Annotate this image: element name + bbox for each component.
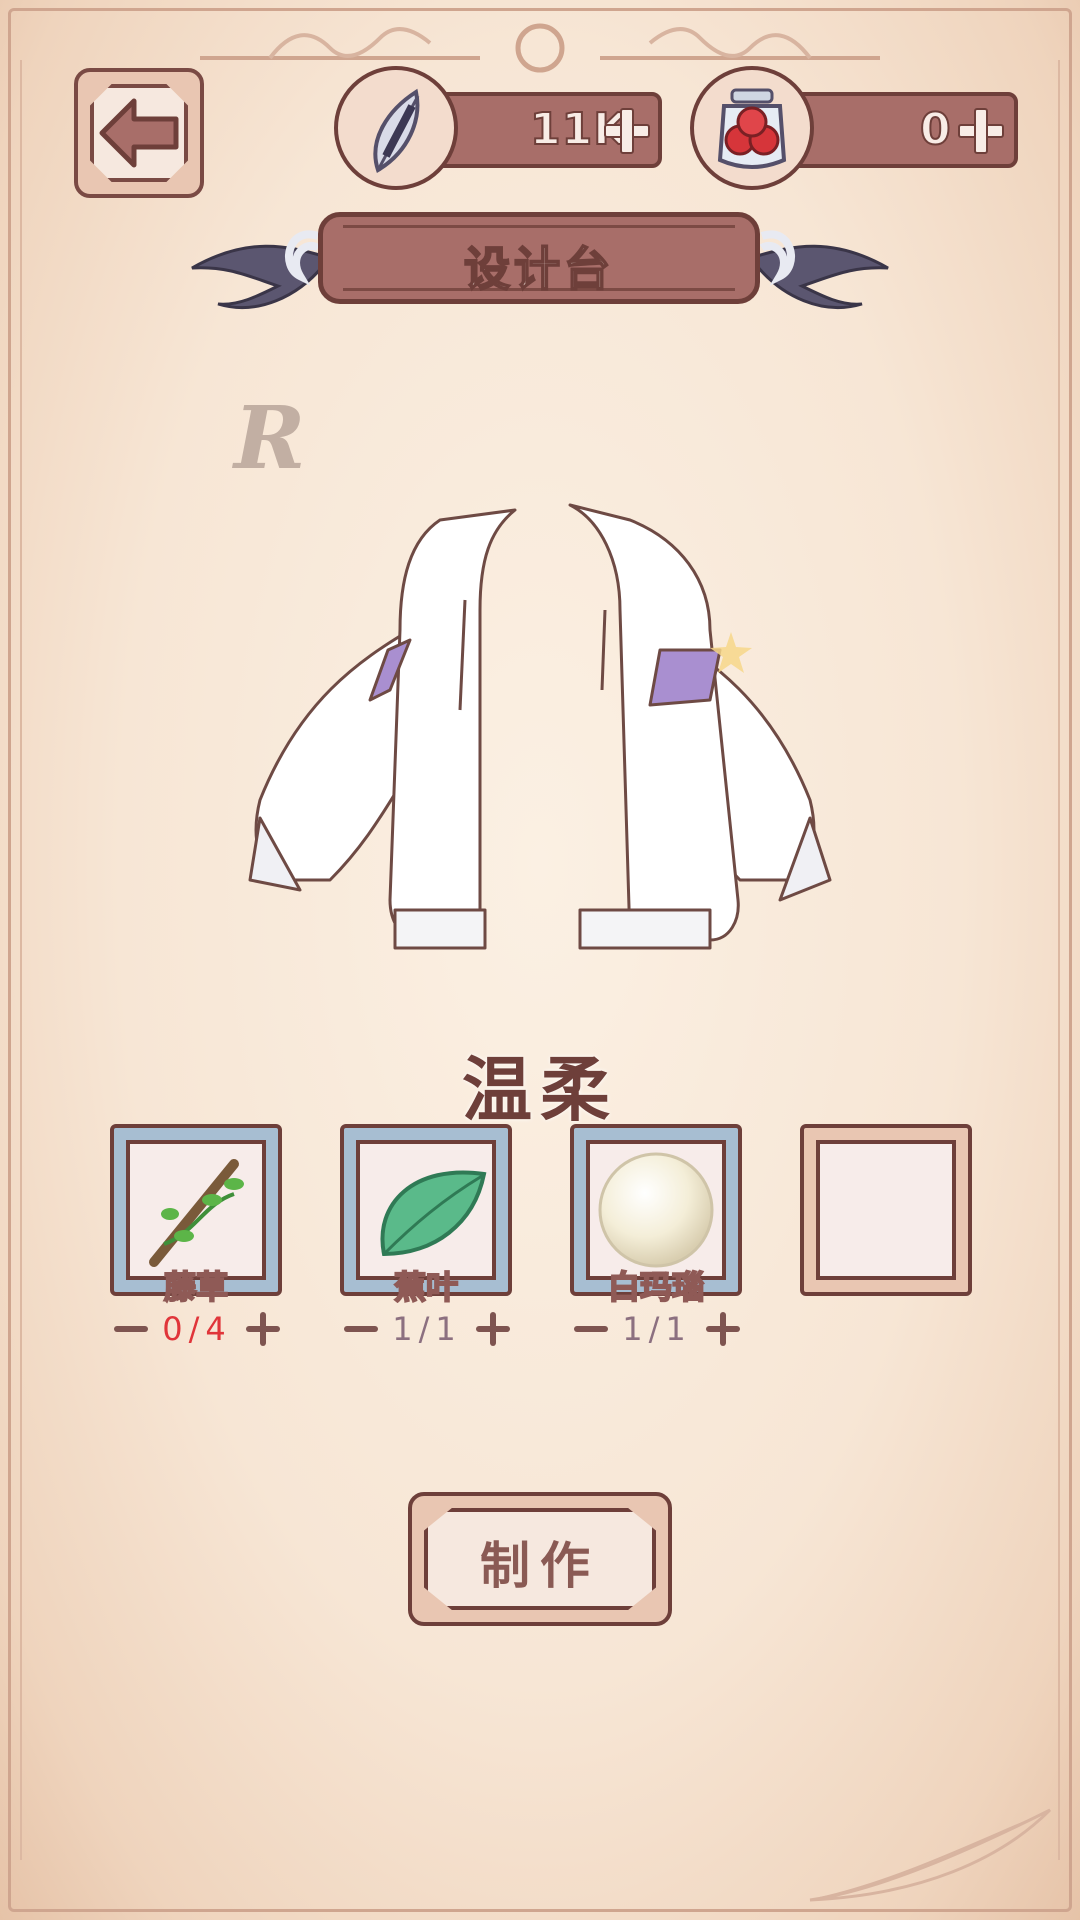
page-title: 设计台 xyxy=(463,241,614,297)
title-banner: 设计台 xyxy=(318,212,760,304)
material-count: 0/4 xyxy=(162,1310,232,1348)
banner-line-top xyxy=(343,225,735,228)
material-name-1: 藤草 xyxy=(163,1267,229,1307)
decrease-button[interactable] xyxy=(574,1326,608,1332)
decrease-button[interactable] xyxy=(344,1326,378,1332)
craft-button[interactable]: 制作 xyxy=(408,1492,672,1626)
white-hooded-jacket-image xyxy=(248,503,832,950)
sparkle-icon xyxy=(710,632,752,673)
top-ornament xyxy=(200,23,880,73)
increase-button[interactable] xyxy=(706,1312,740,1346)
material-name-2: 蕉叶 xyxy=(393,1267,459,1307)
berry-currency-value: 0 xyxy=(919,103,952,156)
item-style-label: 温柔 xyxy=(462,1049,618,1131)
material-slot-well xyxy=(816,1140,956,1280)
material-slot-4-empty[interactable] xyxy=(800,1124,972,1296)
vine-branch-icon xyxy=(149,1159,244,1267)
add-feather-button[interactable] xyxy=(604,106,650,154)
material-qty-1: 0/4 xyxy=(114,1310,286,1350)
material-qty-2: 1/1 xyxy=(344,1310,516,1350)
increase-button[interactable] xyxy=(476,1312,510,1346)
material-name-3: 白玛瑙 xyxy=(607,1267,705,1307)
berry-currency-bar: 0 xyxy=(790,92,1018,168)
material-qty-3: 1/1 xyxy=(574,1310,746,1350)
add-berry-button[interactable] xyxy=(958,106,1004,154)
feather-decoration xyxy=(809,1808,1052,1902)
feather-currency-bar: 11K xyxy=(430,92,662,168)
craft-button-label: 制作 xyxy=(480,1537,600,1595)
material-count: 1/1 xyxy=(622,1310,692,1348)
banner-wing-right xyxy=(755,230,889,309)
berry-jar-icon xyxy=(690,66,814,190)
increase-button[interactable] xyxy=(246,1312,280,1346)
white-pearl-icon xyxy=(598,1152,714,1268)
arrow-left-icon xyxy=(99,98,179,168)
decrease-button[interactable] xyxy=(114,1326,148,1332)
back-button[interactable] xyxy=(74,68,204,198)
banana-leaf-icon xyxy=(380,1170,487,1257)
rarity-badge: R xyxy=(234,388,306,489)
material-count: 1/1 xyxy=(392,1310,462,1348)
banner-wing-left xyxy=(191,230,325,309)
quill-feather-icon xyxy=(334,66,458,190)
